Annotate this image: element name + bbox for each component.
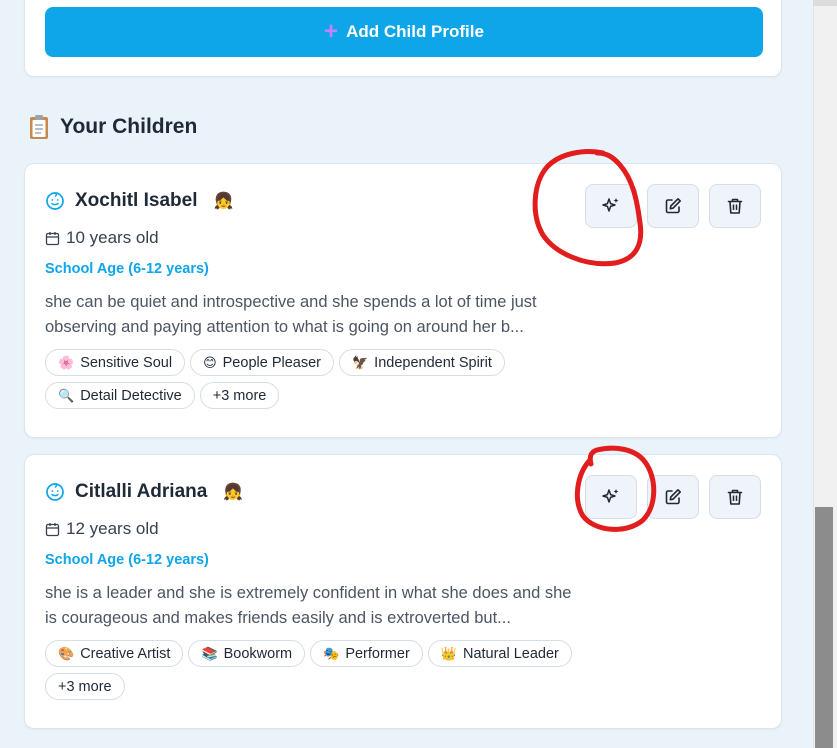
trait-label: Independent Spirit [374,354,492,371]
child-emoji: 👧 [213,193,234,210]
child-card: Citlalli Adriana 👧 12 years old School A… [24,454,782,729]
ai-insights-button[interactable] [585,184,637,228]
trait-tag: 🎨 Creative Artist [45,640,184,667]
sparkles-icon [602,198,619,212]
sparkles-icon [602,489,619,503]
trait-label: Natural Leader [462,645,559,662]
add-child-profile-label: Add Child Profile [346,22,484,41]
age-group-label: School Age (6-12 years) [45,552,209,568]
trait-emoji: 🦅 [351,354,369,370]
scrollbar-cap [813,0,837,6]
baby-face-icon [45,482,65,502]
ai-insights-button[interactable] [585,475,637,519]
card-actions [585,184,761,228]
trait-tags: 🎨 Creative Artist 📚 Bookworm 🎭 Performer 👑 N… [45,640,585,700]
child-description: she is a leader and she is extremely con… [45,584,572,627]
baby-face-icon [45,191,65,211]
card-actions [585,475,761,519]
trait-emoji: 🌸 [58,354,75,370]
trait-tag: 🔍 Detail Detective [45,382,195,409]
child-name: Xochitl Isabel [75,190,198,211]
child-name-row: Citlalli Adriana 👧 [45,479,243,505]
trait-emoji: 😊 [203,354,217,370]
section-title: Your Children [60,115,198,138]
calendar-icon [45,231,60,246]
trait-tag: 📚 Bookworm [188,640,306,667]
more-traits-tag[interactable]: +3 more [45,673,125,700]
child-card: Xochitl Isabel 👧 10 years old School Age… [24,163,782,438]
trait-label: People Pleaser [222,354,321,371]
add-profile-card: + Add Child Profile [24,0,782,77]
child-description: she can be quiet and introspective and s… [45,293,537,336]
trait-emoji: 📚 [201,645,218,661]
plus-icon: + [324,18,339,45]
edit-icon [665,198,681,214]
child-name: Citlalli Adriana [75,481,208,502]
delete-button[interactable] [709,184,761,228]
trait-tag: 🌸 Sensitive Soul [45,349,186,376]
edit-button[interactable] [647,184,699,228]
child-emoji: 👧 [223,484,244,501]
trash-icon [727,198,743,214]
trait-tag: 😊 People Pleaser [190,349,334,376]
more-traits-tag[interactable]: +3 more [199,382,280,409]
child-age: 12 years old [66,519,159,538]
trait-emoji: 🎭 [323,645,340,661]
section-header: Your Children [28,112,197,142]
page: + Add Child Profile Your Children Xochit… [0,0,837,748]
edit-icon [665,489,681,505]
trait-label: Performer [345,645,410,662]
trait-emoji: 🔍 [58,387,75,403]
edit-button[interactable] [647,475,699,519]
delete-button[interactable] [709,475,761,519]
trait-tag: 🎭 Performer [310,640,423,667]
age-row: 12 years old [45,517,159,541]
age-row: 10 years old [45,226,159,250]
trait-label: Sensitive Soul [80,354,173,371]
trait-tag: 🦅 Independent Spirit [338,349,505,376]
trait-emoji: 🎨 [58,645,75,661]
clipboard-icon [28,114,50,140]
scrollbar-thumb[interactable] [815,507,833,748]
trait-label: Detail Detective [80,387,182,404]
trait-label: Creative Artist [80,645,171,662]
trait-tag: 👑 Natural Leader [427,640,572,667]
child-age: 10 years old [66,228,159,247]
age-group-label: School Age (6-12 years) [45,261,209,277]
trait-emoji: 👑 [440,645,457,661]
trait-label: Bookworm [223,645,293,662]
trash-icon [727,489,743,505]
add-child-profile-button[interactable]: + Add Child Profile [45,7,763,57]
calendar-icon [45,522,60,537]
child-name-row: Xochitl Isabel 👧 [45,188,233,214]
trait-tags: 🌸 Sensitive Soul 😊 People Pleaser 🦅 Indepen… [45,349,585,409]
